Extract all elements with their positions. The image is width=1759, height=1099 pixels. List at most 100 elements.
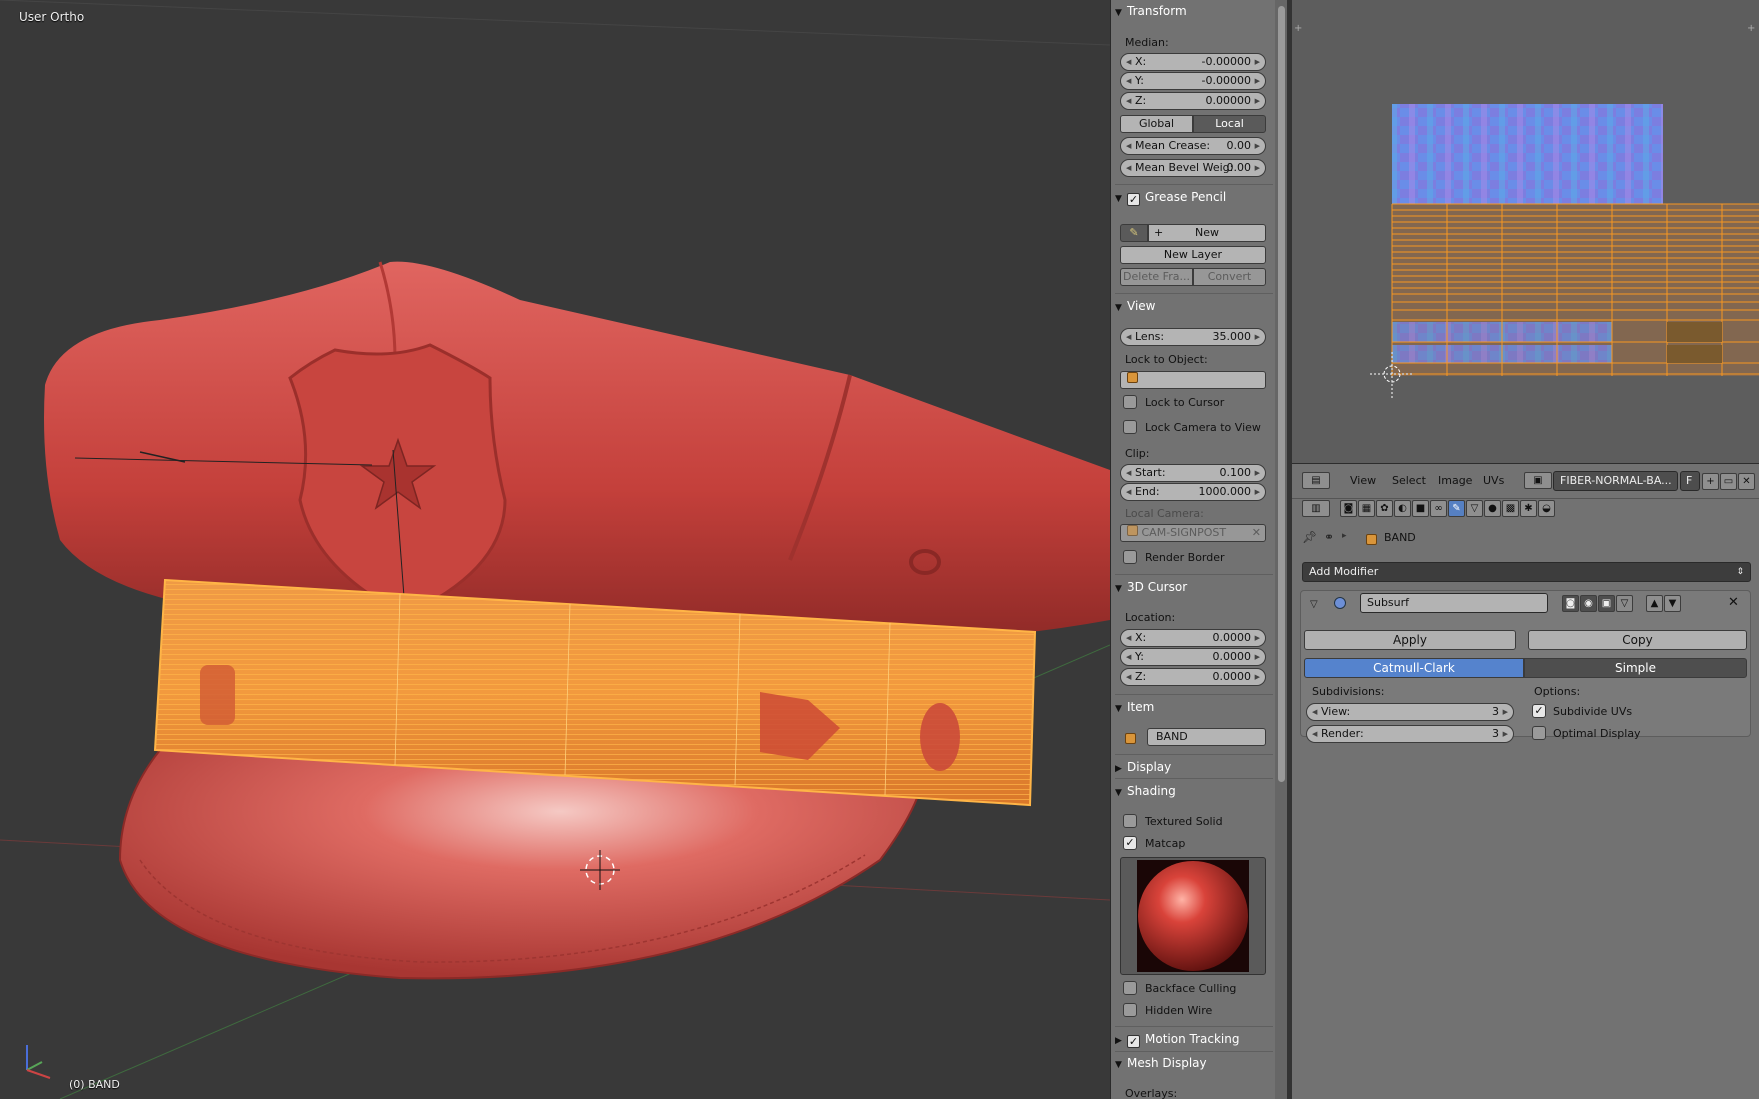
fake-user-toggle[interactable]: F [1680,471,1700,491]
open-image-icon[interactable]: ▭ [1720,473,1737,490]
tab-world-icon[interactable]: ◐ [1394,500,1411,517]
menu-view[interactable]: View [1350,474,1376,487]
viewport-toggle-icon[interactable]: ◉ [1580,595,1597,612]
simple-toggle[interactable]: Simple [1524,658,1747,678]
menu-uvs[interactable]: UVs [1483,474,1504,487]
median-y-field[interactable]: ◀ Y: -0.00000 ▶ [1120,72,1266,90]
hidden-wire-label: Hidden Wire [1145,1004,1213,1017]
motion-tracking-checkbox[interactable]: ✓ [1127,1035,1140,1048]
collapse-triangle-icon[interactable]: ▽ [1310,599,1318,610]
median-x-field[interactable]: ◀ X: -0.00000 ▶ [1120,53,1266,71]
panel-header-display[interactable]: ▶ Display [1115,756,1275,778]
backface-culling-label: Backface Culling [1145,982,1237,995]
add-modifier-dropdown[interactable]: Add Modifier ⇕ [1302,562,1751,582]
new-layer-button[interactable]: New Layer [1120,246,1266,264]
render-toggle-icon[interactable]: ◙ [1562,595,1579,612]
lens-field[interactable]: ◀ Lens: 35.000 ▶ [1120,328,1266,346]
lock-camera-checkbox[interactable] [1123,420,1137,434]
n-panel: ▼ Transform Median: ◀ X: -0.00000 ▶ ◀ Y: -0.00… [1110,0,1276,1099]
n-panel-scrollbar[interactable] [1275,0,1287,1099]
global-toggle[interactable]: Global [1120,115,1193,133]
panel-header-transform[interactable]: ▼ Transform [1115,0,1275,22]
tab-render-layers-icon[interactable]: ▦ [1358,500,1375,517]
unlink-image-icon[interactable]: ✕ [1738,473,1755,490]
viewport-scene[interactable] [0,0,1110,1099]
menu-select[interactable]: Select [1392,474,1426,487]
hidden-wire-checkbox[interactable] [1123,1003,1137,1017]
subdiv-view-field[interactable]: ◀ View: 3 ▶ [1306,703,1514,721]
convert-button[interactable]: Convert [1193,268,1266,286]
cursor-x-field[interactable]: ◀ X: 0.0000 ▶ [1120,629,1266,647]
matcap-label: Matcap [1145,837,1186,850]
editor-type-icon[interactable]: ▤ [1302,472,1330,489]
breadcrumb-object-icon [1366,534,1377,545]
subdivide-uvs-checkbox[interactable]: ✓ [1532,704,1546,718]
panel-header-grease-pencil[interactable]: ▼ ✓ Grease Pencil [1115,186,1275,208]
catmull-clark-toggle[interactable]: Catmull-Clark [1304,658,1524,678]
copy-button[interactable]: Copy [1528,630,1747,650]
properties-editor-type-icon[interactable]: ▥ [1302,500,1330,517]
lock-cursor-checkbox[interactable] [1123,395,1137,409]
panel-header-view[interactable]: ▼ View [1115,295,1275,317]
pencil-icon[interactable]: ✎ [1120,224,1148,242]
clip-start-field[interactable]: ◀ Start: 0.100 ▶ [1120,464,1266,482]
panel-header-shading[interactable]: ▼ Shading [1115,780,1275,802]
grease-new-button[interactable]: + New [1148,224,1266,242]
tab-modifiers-icon[interactable]: ✎ [1448,500,1465,517]
tab-render-icon[interactable]: ◙ [1340,500,1357,517]
local-toggle[interactable]: Local [1193,115,1266,133]
pin-icon[interactable]: 📌︎ [1302,530,1317,544]
tab-object-icon[interactable]: ■ [1412,500,1429,517]
clear-icon[interactable]: ✕ [1252,525,1261,541]
tab-data-icon[interactable]: ▽ [1466,500,1483,517]
mean-bevel-field[interactable]: ◀ Mean Bevel Weig: 0.00 ▶ [1120,159,1266,177]
panel-header-item[interactable]: ▼ Item [1115,696,1275,718]
remove-modifier-icon[interactable]: ✕ [1728,595,1739,610]
tab-material-icon[interactable]: ● [1484,500,1501,517]
cursor-y-field[interactable]: ◀ Y: 0.0000 ▶ [1120,648,1266,666]
backface-culling-checkbox[interactable] [1123,981,1137,995]
matcap-checkbox[interactable]: ✓ [1123,836,1137,850]
lock-object-field[interactable] [1120,371,1266,389]
tab-constraints-icon[interactable]: ∞ [1430,500,1447,517]
uv-image-view[interactable]: + + [1292,0,1759,463]
matcap-preview[interactable] [1120,857,1266,975]
panel-header-mesh-display[interactable]: ▼ Mesh Display [1115,1052,1275,1074]
lock-object-label: Lock to Object: [1125,353,1208,366]
new-image-icon[interactable]: + [1702,473,1719,490]
item-name-field[interactable]: BAND [1147,728,1266,746]
move-up-icon[interactable]: ▲ [1646,595,1663,612]
panel-header-motion-tracking[interactable]: ▶ ✓ Motion Tracking [1115,1028,1275,1050]
panel-header-3d-cursor[interactable]: ▼ 3D Cursor [1115,576,1275,598]
mean-crease-field[interactable]: ◀ Mean Crease: 0.00 ▶ [1120,137,1266,155]
local-camera-field[interactable]: CAM-SIGNPOST ✕ [1120,524,1266,542]
grease-pencil-checkbox[interactable]: ✓ [1127,193,1140,206]
apply-button[interactable]: Apply [1304,630,1516,650]
render-border-label: Render Border [1145,551,1225,564]
optimal-display-checkbox[interactable] [1532,726,1546,740]
tab-physics-icon[interactable]: ◒ [1538,500,1555,517]
clip-end-field[interactable]: ◀ End: 1000.000 ▶ [1120,483,1266,501]
band-button [920,703,960,771]
tab-texture-icon[interactable]: ▩ [1502,500,1519,517]
move-down-icon[interactable]: ▼ [1664,595,1681,612]
tab-scene-icon[interactable]: ✿ [1376,500,1393,517]
cursor-z-field[interactable]: ◀ Z: 0.0000 ▶ [1120,668,1266,686]
cage-toggle-icon[interactable]: ▽ [1616,595,1633,612]
editmode-toggle-icon[interactable]: ▣ [1598,595,1615,612]
median-z-field[interactable]: ◀ Z: 0.00000 ▶ [1120,92,1266,110]
menu-image[interactable]: Image [1438,474,1472,487]
tab-particles-icon[interactable]: ✱ [1520,500,1537,517]
render-border-checkbox[interactable] [1123,550,1137,564]
subdiv-render-field[interactable]: ◀ Render: 3 ▶ [1306,725,1514,743]
location-label: Location: [1125,611,1176,624]
uv-editor-header: ▤ View Select Image UVs ▣ FIBER-NORMAL-B… [1292,463,1759,499]
image-name-field[interactable]: FIBER-NORMAL-BA... [1553,471,1678,491]
3d-viewport[interactable]: User Ortho (0) BAND [0,0,1110,1099]
uv-texture-image [1392,104,1663,204]
textured-solid-checkbox[interactable] [1123,814,1137,828]
modifier-name-field[interactable]: Subsurf [1360,593,1548,613]
delete-frame-button[interactable]: Delete Fra... [1120,268,1193,286]
textured-solid-label: Textured Solid [1145,815,1223,828]
image-browse-icon[interactable]: ▣ [1524,472,1552,489]
